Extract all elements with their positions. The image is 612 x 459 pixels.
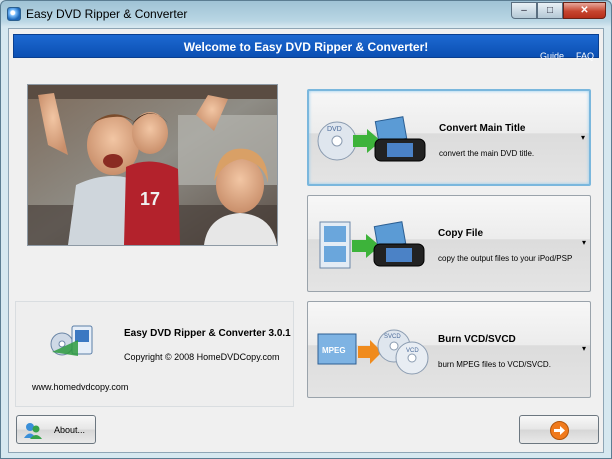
welcome-banner: Welcome to Easy DVD Ripper & Converter! …: [13, 34, 599, 61]
app-icon: [7, 7, 21, 21]
convert-main-title-button[interactable]: DVD Convert Main Title convert the main …: [307, 89, 591, 186]
copy-file-label: Copy File: [438, 228, 484, 239]
about-button[interactable]: About...: [16, 415, 96, 444]
convert-main-title-label: Convert Main Title: [439, 123, 526, 134]
window-controls: – □ ✕: [511, 2, 606, 20]
dropdown-arrow-icon[interactable]: ▾: [582, 238, 586, 247]
window-title: Easy DVD Ripper & Converter: [26, 7, 188, 21]
burn-vcd-svcd-button[interactable]: MPEG SVCD VCD Burn VCD/SVCD burn MPEG fi…: [307, 301, 591, 398]
burn-vcd-svcd-desc: burn MPEG files to VCD/SVCD.: [438, 360, 551, 369]
svg-text:MPEG: MPEG: [322, 346, 346, 355]
burn-vcd-svcd-label: Burn VCD/SVCD: [438, 334, 516, 345]
dvd-to-player-icon: DVD: [317, 116, 426, 162]
title-bar[interactable]: Easy DVD Ripper & Converter – □ ✕: [1, 1, 611, 27]
dropdown-arrow-icon[interactable]: ▾: [582, 344, 586, 353]
promo-photo: 17: [27, 84, 278, 246]
orange-arrow-right-icon: [550, 421, 569, 440]
copy-file-button[interactable]: Copy File copy the output files to your …: [307, 195, 591, 292]
about-info-panel: Easy DVD Ripper & Converter 3.0.1 Copyri…: [15, 301, 294, 407]
website-label: www.homedvdcopy.com: [32, 382, 129, 392]
guide-link[interactable]: Guide: [540, 51, 564, 61]
svg-text:SVCD: SVCD: [384, 334, 401, 340]
svg-text:17: 17: [140, 189, 160, 209]
svg-text:DVD: DVD: [327, 126, 342, 133]
film-to-player-icon: [319, 221, 425, 269]
app-version-label: Easy DVD Ripper & Converter 3.0.1: [124, 328, 291, 339]
faq-link[interactable]: FAQ: [576, 51, 594, 61]
copy-file-desc: copy the output files to your iPod/PSP: [438, 254, 573, 263]
users-icon: [24, 423, 42, 439]
app-window: Easy DVD Ripper & Converter – □ ✕ Welcom…: [0, 0, 612, 459]
kids-photo-image: 17: [28, 85, 277, 245]
app-logo-icon: [50, 325, 93, 356]
maximize-button[interactable]: □: [537, 2, 563, 19]
minimize-button[interactable]: –: [511, 2, 537, 19]
dropdown-arrow-icon[interactable]: ▾: [581, 133, 585, 142]
mpeg-to-disc-icon: MPEG SVCD VCD: [317, 329, 429, 375]
svg-text:VCD: VCD: [406, 348, 419, 354]
about-button-label: About...: [54, 425, 86, 435]
main-panel: Welcome to Easy DVD Ripper & Converter! …: [8, 28, 604, 453]
next-button[interactable]: [519, 415, 599, 444]
copyright-label: Copyright © 2008 HomeDVDCopy.com: [124, 352, 280, 362]
banner-title: Welcome to Easy DVD Ripper & Converter!: [183, 40, 429, 54]
close-button[interactable]: ✕: [563, 2, 606, 19]
convert-main-title-desc: convert the main DVD title.: [439, 149, 535, 158]
